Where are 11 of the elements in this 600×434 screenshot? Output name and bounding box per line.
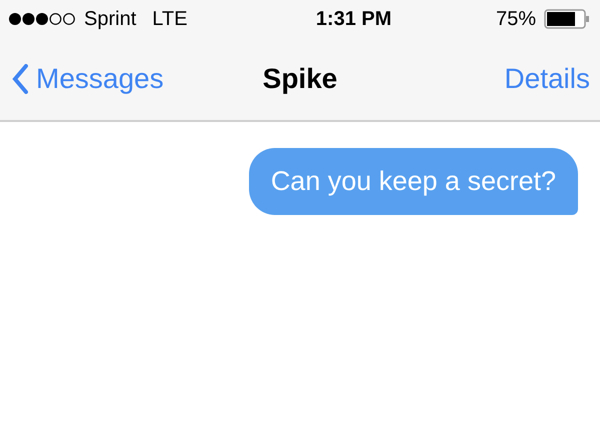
- details-button[interactable]: Details: [504, 58, 590, 100]
- carrier-name: Sprint: [84, 7, 136, 32]
- clock-time: 1:31 PM: [316, 8, 392, 30]
- battery-percentage: 75%: [496, 7, 536, 32]
- battery-icon: [544, 9, 590, 29]
- back-chevron-icon: [12, 64, 28, 94]
- contact-name: Spike: [262, 63, 338, 94]
- signal-icon: [8, 12, 76, 26]
- back-button[interactable]: Messages: [12, 58, 164, 100]
- network-type: LTE: [152, 7, 188, 32]
- message-bubble: Can you keep a secret?: [248, 148, 578, 214]
